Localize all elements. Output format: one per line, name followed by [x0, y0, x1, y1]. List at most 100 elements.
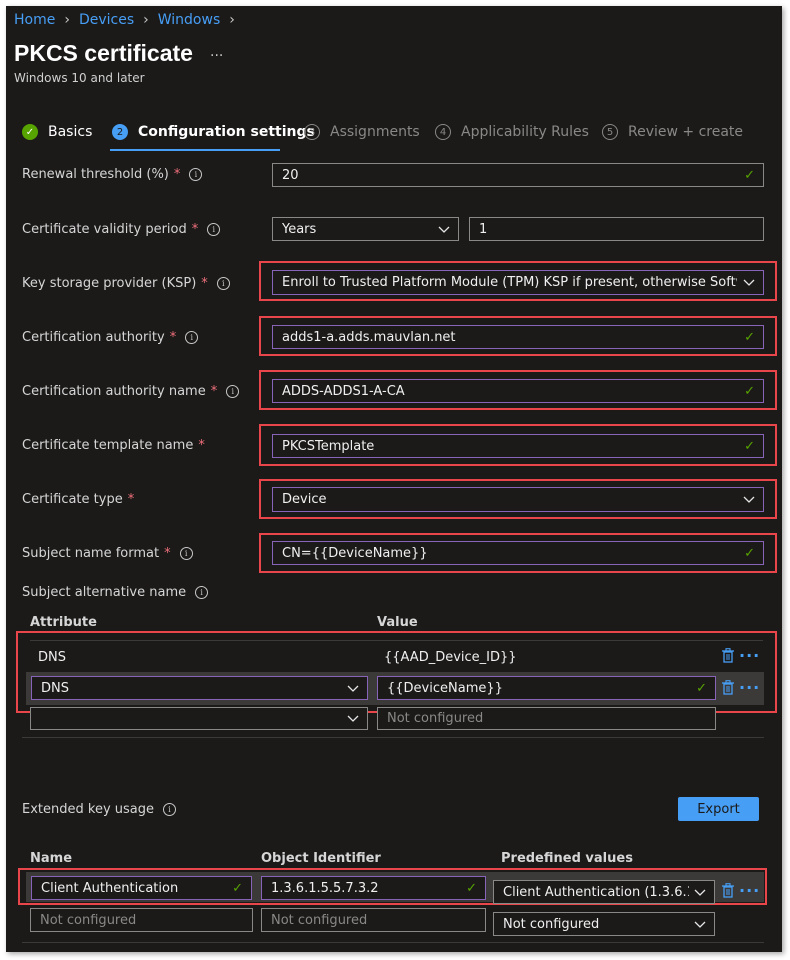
- chevron-down-icon: [694, 921, 706, 928]
- app-window: Home › Devices › Windows › PKCS certific…: [6, 6, 782, 952]
- eku-name-header: Name: [30, 851, 73, 866]
- template-name-label: Certificate template name *: [22, 438, 205, 453]
- trash-icon[interactable]: [722, 648, 734, 667]
- input-placeholder: Not configured: [387, 711, 484, 726]
- eku-predefined-select[interactable]: Client Authentication (1.3.6.1....: [493, 880, 715, 904]
- export-button[interactable]: Export: [678, 797, 759, 821]
- divider: [30, 640, 763, 641]
- required-marker: *: [173, 167, 181, 182]
- eku-name-input[interactable]: Client Authentication ✓: [31, 876, 252, 900]
- san-value-header: Value: [377, 615, 418, 630]
- input-value: 20: [282, 167, 299, 183]
- breadcrumb-home[interactable]: Home: [14, 12, 55, 28]
- chevron-down-icon: [438, 226, 450, 233]
- info-icon[interactable]: i: [185, 331, 199, 344]
- validity-unit-select[interactable]: Years: [272, 217, 459, 241]
- ca-name-input[interactable]: ADDS-ADDS1-A-CA ✓: [272, 379, 764, 403]
- tab-configuration-settings[interactable]: 2 Configuration settings: [112, 124, 315, 140]
- breadcrumb-devices[interactable]: Devices: [79, 12, 134, 28]
- check-icon: ✓: [744, 438, 755, 454]
- check-icon: ✓: [744, 329, 755, 345]
- san-row-2-value-input[interactable]: {{DeviceName}} ✓: [377, 676, 716, 700]
- label-text: Certification authority name: [22, 384, 206, 399]
- more-icon[interactable]: ···: [739, 646, 760, 665]
- input-value: PKCSTemplate: [282, 438, 375, 454]
- divider: [22, 942, 764, 943]
- trash-icon[interactable]: [722, 680, 734, 699]
- required-marker: *: [127, 492, 135, 507]
- info-icon[interactable]: i: [216, 277, 230, 290]
- active-tab-indicator: [110, 149, 280, 151]
- tab-label: Review + create: [628, 124, 744, 140]
- info-icon[interactable]: i: [207, 223, 221, 236]
- eku-new-oid-input[interactable]: Not configured: [261, 908, 486, 932]
- chevron-right-icon: ›: [64, 12, 70, 28]
- input-placeholder: Not configured: [40, 912, 137, 928]
- info-icon[interactable]: i: [163, 803, 176, 816]
- required-marker: *: [210, 384, 218, 399]
- check-icon: ✓: [232, 880, 243, 896]
- select-value: DNS: [41, 680, 69, 696]
- more-icon[interactable]: ···: [739, 678, 760, 697]
- label-text: Certificate validity period: [22, 222, 187, 237]
- san-new-attribute-select[interactable]: [30, 707, 368, 730]
- chevron-down-icon: [347, 715, 359, 722]
- label-text: Renewal threshold (%): [22, 167, 169, 182]
- validity-period-label: Certificate validity period * i: [22, 222, 221, 237]
- tab-basics[interactable]: ✓ Basics: [22, 124, 92, 140]
- step-number: 2: [112, 124, 128, 140]
- select-value: Client Authentication (1.3.6.1....: [503, 884, 689, 900]
- input-value: ADDS-ADDS1-A-CA: [282, 383, 405, 399]
- page-title: PKCS certificate: [14, 40, 193, 66]
- san-label: Subject alternative name i: [22, 585, 209, 600]
- san-row-2-attribute-select[interactable]: DNS: [31, 676, 368, 700]
- input-value: {{DeviceName}}: [387, 680, 503, 696]
- ksp-select[interactable]: Enroll to Trusted Platform Module (TPM) …: [272, 270, 764, 295]
- template-name-input[interactable]: PKCSTemplate ✓: [272, 434, 764, 458]
- chevron-down-icon: [347, 685, 359, 692]
- select-value: Device: [282, 492, 327, 507]
- eku-new-name-input[interactable]: Not configured: [30, 908, 253, 932]
- san-new-value-input[interactable]: Not configured: [377, 707, 716, 730]
- label-text: Certification authority: [22, 330, 165, 345]
- more-icon[interactable]: ···: [739, 881, 760, 900]
- input-value: 1.3.6.1.5.5.7.3.2: [271, 880, 379, 896]
- more-actions-icon[interactable]: ...: [210, 44, 223, 60]
- subject-name-format-label: Subject name format * i: [22, 546, 193, 561]
- check-icon: ✓: [744, 545, 755, 561]
- step-number: 3: [304, 124, 320, 140]
- breadcrumb-windows[interactable]: Windows: [158, 12, 221, 28]
- info-icon[interactable]: i: [226, 385, 240, 398]
- ca-input[interactable]: adds1-a.adds.mauvlan.net ✓: [272, 325, 764, 349]
- input-placeholder: Not configured: [271, 912, 368, 928]
- divider: [22, 737, 764, 738]
- tab-applicability-rules[interactable]: 4 Applicability Rules: [435, 124, 589, 140]
- validity-value-input[interactable]: 1: [469, 217, 764, 241]
- breadcrumb: Home › Devices › Windows ›: [14, 12, 235, 28]
- info-icon[interactable]: i: [195, 586, 209, 599]
- renewal-threshold-label: Renewal threshold (%) * i: [22, 167, 203, 182]
- info-icon[interactable]: i: [189, 168, 203, 181]
- tab-label: Applicability Rules: [461, 124, 589, 140]
- chevron-right-icon: ›: [229, 12, 235, 28]
- eku-new-predefined-select[interactable]: Not configured: [493, 912, 715, 936]
- required-marker: *: [201, 276, 208, 291]
- eku-oid-input[interactable]: 1.3.6.1.5.5.7.3.2 ✓: [261, 876, 486, 900]
- chevron-right-icon: ›: [143, 12, 149, 28]
- info-icon[interactable]: i: [179, 547, 193, 560]
- tab-review-create[interactable]: 5 Review + create: [602, 124, 743, 140]
- tab-assignments[interactable]: 3 Assignments: [304, 124, 420, 140]
- chevron-down-icon: [743, 496, 755, 503]
- renewal-threshold-input[interactable]: 20 ✓: [272, 163, 764, 187]
- subject-name-format-input[interactable]: CN={{DeviceName}} ✓: [272, 541, 764, 565]
- eku-predefined-header: Predefined values: [501, 851, 633, 866]
- select-value: Enroll to Trusted Platform Module (TPM) …: [282, 275, 737, 290]
- certificate-type-select[interactable]: Device: [272, 487, 764, 512]
- san-row-1-value: {{AAD_Device_ID}}: [384, 650, 517, 665]
- check-icon: ✓: [22, 124, 38, 140]
- check-icon: ✓: [696, 680, 707, 696]
- label-text: Certificate type: [22, 492, 123, 507]
- check-icon: ✓: [744, 383, 755, 399]
- trash-icon[interactable]: [722, 883, 734, 902]
- required-marker: *: [198, 438, 205, 453]
